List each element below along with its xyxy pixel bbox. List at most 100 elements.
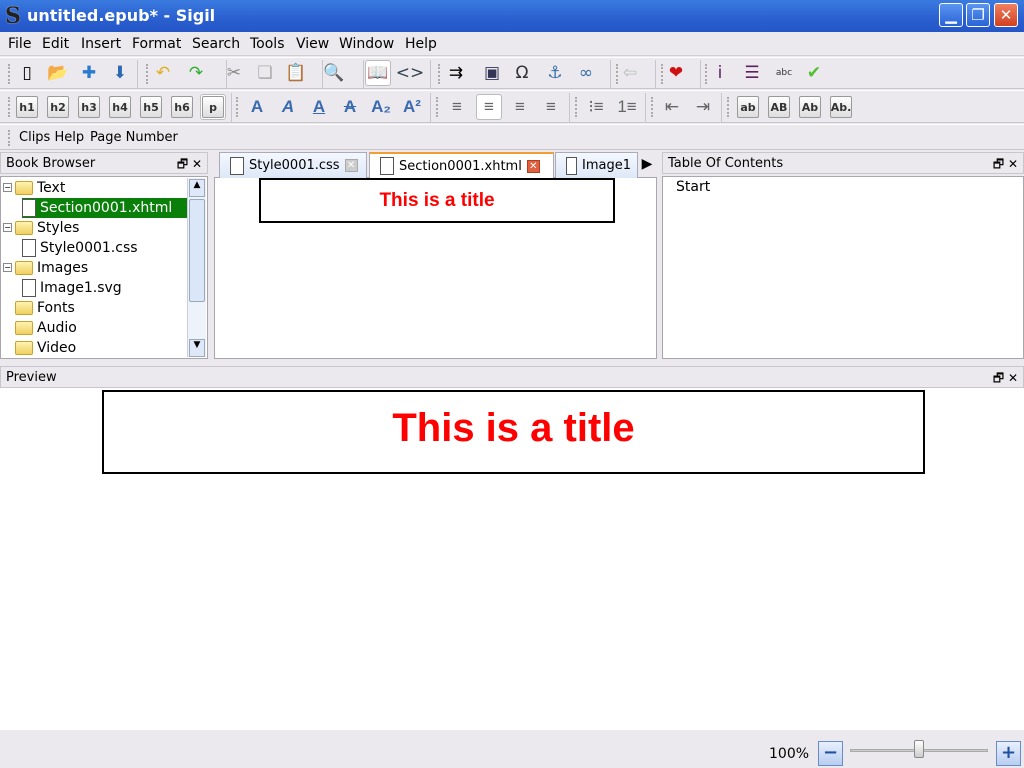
subscript-icon[interactable]: A₂ <box>368 94 394 120</box>
menu-file[interactable]: File <box>8 36 31 52</box>
zoom-out-button[interactable]: − <box>818 741 843 766</box>
h6-button[interactable]: h6 <box>169 94 195 120</box>
float-icon[interactable]: 🗗 <box>993 371 1004 385</box>
align-right-icon[interactable]: ≡ <box>507 94 533 120</box>
redo-icon[interactable]: ↷ <box>183 60 209 86</box>
paste-icon[interactable]: 📋 <box>283 60 309 86</box>
toolbar-grip[interactable] <box>651 97 654 117</box>
validate-icon[interactable]: ✔ <box>801 60 827 86</box>
toolbar-grip[interactable] <box>8 64 11 84</box>
increase-indent-icon[interactable]: ⇥ <box>690 94 716 120</box>
tree-item-section0001-xhtml[interactable]: Section0001.xhtml <box>22 198 187 218</box>
minimize-button[interactable]: ▁ <box>939 3 963 27</box>
toolbar-grip[interactable] <box>438 64 441 84</box>
zoom-in-button[interactable]: + <box>996 741 1021 766</box>
toolbar-grip[interactable] <box>727 97 730 117</box>
tab-close-icon[interactable]: ✕ <box>344 159 358 172</box>
toolbar-grip[interactable] <box>236 97 239 117</box>
align-left-icon[interactable]: ≡ <box>444 94 470 120</box>
toolbar-grip[interactable] <box>146 64 149 84</box>
menu-insert[interactable]: Insert <box>81 36 121 52</box>
toolbar-grip[interactable] <box>8 97 11 117</box>
superscript-icon[interactable]: A² <box>399 94 425 120</box>
titlecase-button[interactable]: Ab <box>797 94 823 120</box>
editor-title-text[interactable]: This is a title <box>379 190 494 211</box>
undo-icon[interactable]: ↶ <box>150 60 176 86</box>
h3-button[interactable]: h3 <box>76 94 102 120</box>
expand-collapse-icon[interactable]: − <box>3 183 12 192</box>
numbered-list-icon[interactable]: 1≡ <box>614 94 640 120</box>
float-icon[interactable]: 🗗 <box>993 157 1004 171</box>
menu-view[interactable]: View <box>296 36 329 52</box>
add-file-icon[interactable]: ✚ <box>76 60 102 86</box>
strikethrough-icon[interactable]: A <box>337 94 363 120</box>
page-number-button[interactable]: Page Number <box>90 130 178 145</box>
tree-item-image1-svg[interactable]: Image1.svg <box>22 278 122 298</box>
h4-button[interactable]: h4 <box>107 94 133 120</box>
save-icon[interactable]: ⬇ <box>107 60 133 86</box>
menu-tools[interactable]: Tools <box>250 36 285 52</box>
bullet-list-icon[interactable]: ⁝≡ <box>583 94 609 120</box>
copy-icon[interactable]: ❏ <box>252 60 278 86</box>
paragraph-button[interactable]: p <box>200 94 226 120</box>
h1-button[interactable]: h1 <box>14 94 40 120</box>
tab-scroll-right-icon[interactable]: ▶ <box>638 153 656 177</box>
cut-icon[interactable]: ✂ <box>221 60 247 86</box>
close-button[interactable]: ✕ <box>994 3 1018 27</box>
menu-search[interactable]: Search <box>192 36 240 52</box>
tree-scrollbar[interactable]: ▲ ▼ <box>187 178 206 357</box>
align-center-icon[interactable]: ≡ <box>476 94 502 120</box>
underline-icon[interactable]: A <box>306 94 332 120</box>
toolbar-grip[interactable] <box>8 130 11 146</box>
expand-collapse-icon[interactable]: − <box>3 223 12 232</box>
menu-edit[interactable]: Edit <box>42 36 69 52</box>
insert-image-icon[interactable]: ▣ <box>479 60 505 86</box>
decrease-indent-icon[interactable]: ⇤ <box>659 94 685 120</box>
menu-help[interactable]: Help <box>405 36 437 52</box>
open-folder-icon[interactable]: 📂 <box>45 60 71 86</box>
h5-button[interactable]: h5 <box>138 94 164 120</box>
tree-item-style0001-css[interactable]: Style0001.css <box>22 238 138 258</box>
code-view-icon[interactable]: <> <box>396 60 425 86</box>
book-view-icon[interactable]: 📖 <box>365 60 391 86</box>
h2-button[interactable]: h2 <box>45 94 71 120</box>
scroll-thumb[interactable] <box>189 199 205 302</box>
tree-item-audio[interactable]: Audio <box>15 318 77 338</box>
uppercase-button[interactable]: AB <box>766 94 792 120</box>
menu-format[interactable]: Format <box>132 36 181 52</box>
tree-item-fonts[interactable]: Fonts <box>15 298 75 318</box>
float-icon[interactable]: 🗗 <box>177 157 188 171</box>
tab-section0001-xhtml[interactable]: Section0001.xhtml ✕ <box>369 152 554 178</box>
justify-icon[interactable]: ≡ <box>538 94 564 120</box>
menu-window[interactable]: Window <box>339 36 394 52</box>
expand-collapse-icon[interactable]: − <box>3 263 12 272</box>
toolbar-grip[interactable] <box>575 97 578 117</box>
editor-pane[interactable]: This is a title <box>214 177 657 359</box>
anchor-icon[interactable]: ⚓ <box>542 60 568 86</box>
back-arrow-icon[interactable]: ⇦ <box>617 60 643 86</box>
toc-icon[interactable]: ☰ <box>739 60 765 86</box>
zoom-slider-thumb[interactable] <box>914 740 924 758</box>
close-icon[interactable]: ✕ <box>192 157 202 171</box>
sentence-case-button[interactable]: Ab. <box>828 94 854 120</box>
tab-style0001-css[interactable]: Style0001.css ✕ <box>219 152 367 178</box>
restore-button[interactable]: ❐ <box>966 3 990 27</box>
tab-close-icon[interactable]: ✕ <box>526 159 540 173</box>
tree-item-images[interactable]: Images <box>15 258 88 278</box>
metadata-icon[interactable]: i <box>707 60 733 86</box>
link-icon[interactable]: ∞ <box>573 60 599 86</box>
bold-icon[interactable]: A <box>244 94 270 120</box>
spellcheck-icon[interactable]: abc <box>771 60 797 86</box>
heart-icon[interactable]: ❤ <box>663 60 689 86</box>
close-icon[interactable]: ✕ <box>1008 371 1018 385</box>
toc-item[interactable]: Start <box>676 179 710 195</box>
split-chapter-icon[interactable]: ⇉ <box>443 60 469 86</box>
close-icon[interactable]: ✕ <box>1008 157 1018 171</box>
tree-item-styles[interactable]: Styles <box>15 218 79 238</box>
find-replace-icon[interactable]: 🔍 <box>321 60 347 86</box>
scroll-up-icon[interactable]: ▲ <box>189 179 205 197</box>
tree-item-text[interactable]: Text <box>15 178 65 198</box>
scroll-down-icon[interactable]: ▼ <box>189 339 205 357</box>
lowercase-button[interactable]: ab <box>735 94 761 120</box>
clips-help-button[interactable]: Clips Help <box>19 130 84 145</box>
